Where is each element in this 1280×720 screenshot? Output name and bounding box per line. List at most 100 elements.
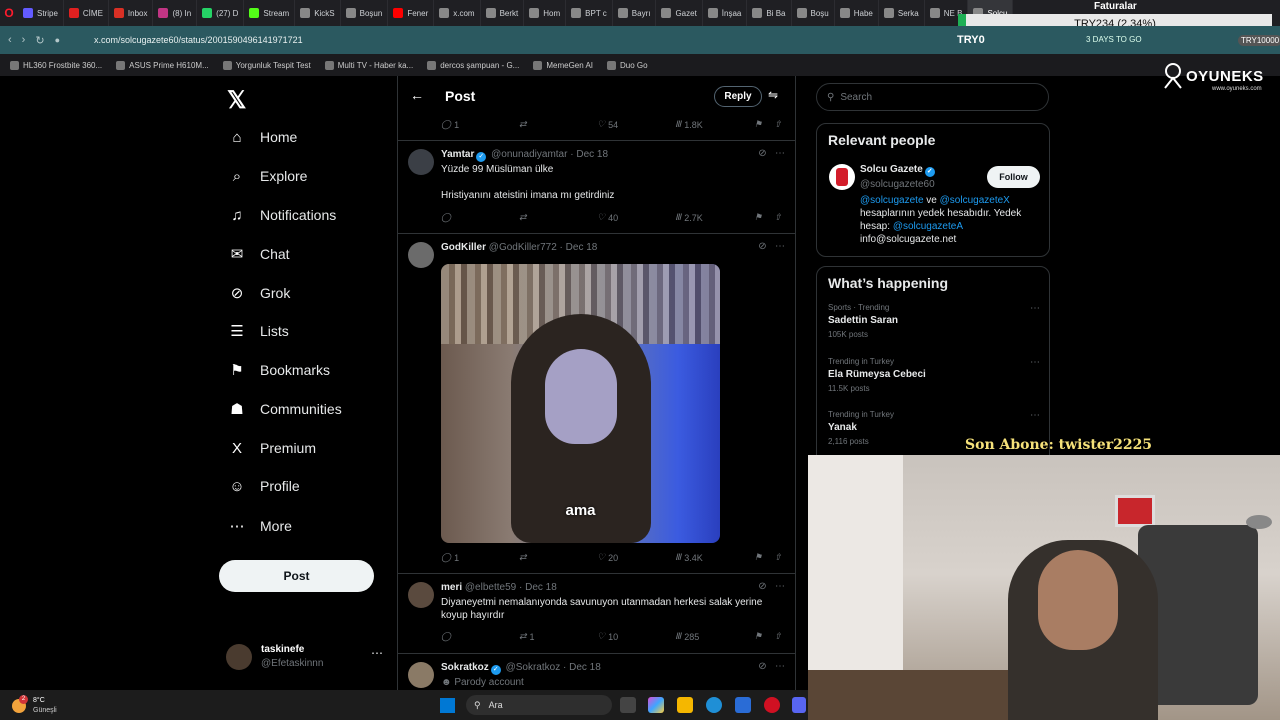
browser-tab[interactable]: Habe [835, 0, 879, 26]
browser-tab[interactable]: Fener [388, 0, 435, 26]
browser-tab[interactable]: KickS [295, 0, 341, 26]
settings-sliders-icon[interactable]: ⇋ [768, 88, 778, 102]
repost-action[interactable]: ⇄ [519, 212, 527, 223]
tweet-item[interactable]: Yamtar ✓ @onunadiyamtar · Dec 18 ⊘ ⋯ Yüzd… [398, 140, 795, 233]
bookmark-item[interactable]: MemeGen AI [533, 60, 593, 70]
task-view-icon[interactable] [620, 697, 636, 713]
nav-item-home[interactable]: ⌂ Home [228, 125, 297, 149]
bookmark-item[interactable]: Multi TV - Haber ka... [324, 60, 413, 70]
bookmark-item[interactable]: ASUS Prime H610M... [116, 60, 209, 70]
share-action[interactable]: ⇧ [774, 552, 782, 563]
nav-item-bookmarks[interactable]: ⚑ Bookmarks [228, 358, 330, 382]
person-name-row[interactable]: Solcu Gazete ✓ [860, 164, 937, 177]
browser-tab[interactable]: Hom [524, 0, 567, 26]
bio-link[interactable]: @solcugazete [860, 195, 924, 206]
like-action[interactable]: ♡ 54 [597, 119, 618, 130]
back-arrow-icon[interactable]: ← [410, 87, 424, 103]
browser-tab[interactable]: (27) D [197, 0, 245, 26]
windows-start-icon[interactable] [440, 698, 455, 713]
tweet-date[interactable]: Dec 18 [525, 582, 557, 593]
tweet-date[interactable]: Dec 18 [566, 242, 598, 253]
grok-icon[interactable]: ⊘ [758, 148, 766, 159]
avatar[interactable] [408, 149, 434, 175]
weather-widget[interactable]: 2 8°C Güneşli [12, 695, 72, 715]
site-info-icon[interactable]: ● [55, 35, 60, 45]
views-action[interactable]: Ⅲ 3.4K [675, 552, 703, 563]
opera-icon[interactable] [764, 697, 780, 713]
nav-item-notifications[interactable]: ♫ Notifications [228, 203, 336, 227]
more-dots-icon[interactable]: ⋯ [775, 661, 785, 672]
repost-action[interactable]: ⇄ [519, 552, 527, 563]
person-name[interactable]: Solcu Gazete [860, 164, 923, 175]
nav-item-explore[interactable]: ⌕ Explore [228, 164, 308, 188]
trend-item[interactable]: Sports · Trending Sadettin Saran 105K post… [828, 303, 1040, 343]
browser-tab[interactable]: Stripe [18, 0, 64, 26]
views-action[interactable]: Ⅲ 2.7K [675, 212, 703, 223]
tweet-author-name[interactable]: meri [441, 582, 462, 593]
tweet-author-handle[interactable]: @Sokratkoz [506, 662, 561, 673]
nav-item-communities[interactable]: ☗ Communities [228, 397, 341, 421]
grok-icon[interactable]: ⊘ [758, 661, 766, 672]
browser-tab[interactable]: Bayrı [613, 0, 657, 26]
nav-item-more[interactable]: ⋯ More [228, 514, 292, 538]
avatar[interactable] [408, 582, 434, 608]
browser-tab[interactable]: Inbox [109, 0, 154, 26]
tweet-author-name[interactable]: Yamtar [441, 149, 474, 160]
browser-tab[interactable]: Serka [879, 0, 925, 26]
reply-button[interactable]: Reply [714, 86, 762, 107]
tweet-author-handle[interactable]: @onunadiyamtar [491, 149, 567, 160]
bio-link[interactable]: @solcugazeteA [893, 221, 963, 232]
like-action[interactable]: ♡ 40 [597, 212, 618, 223]
bookmark-action[interactable]: ⚑ [754, 552, 762, 563]
share-action[interactable]: ⇧ [774, 119, 782, 130]
like-action[interactable]: ♡ 20 [597, 552, 618, 563]
more-dots-icon[interactable]: ⋯ [775, 581, 785, 592]
nav-item-premium[interactable]: X Premium [228, 436, 316, 460]
nav-item-chat[interactable]: ✉ Chat [228, 242, 290, 266]
more-dots-icon[interactable]: ⋯ [371, 646, 383, 660]
x-logo-icon[interactable]: 𝕏 [227, 86, 246, 115]
reload-icon[interactable]: ↻ [35, 34, 44, 47]
share-action[interactable]: ⇧ [774, 212, 782, 223]
nav-item-profile[interactable]: ☺ Profile [228, 474, 299, 498]
browser-tab[interactable]: (8) In [153, 0, 198, 26]
browser-tab[interactable]: BPT c [566, 0, 613, 26]
like-action[interactable]: ♡ 10 [597, 631, 618, 642]
tweet-date[interactable]: Dec 18 [576, 149, 608, 160]
grok-icon[interactable]: ⊘ [758, 241, 766, 252]
tweet-video[interactable]: ama [441, 264, 720, 543]
browser-tab[interactable]: Berkt [481, 0, 525, 26]
bookmark-item[interactable]: Duo Go [607, 60, 648, 70]
file-explorer-icon[interactable] [677, 697, 693, 713]
taskbar-search[interactable]: ⚲ Ara [466, 695, 612, 715]
tweet-date[interactable]: Dec 18 [569, 662, 601, 673]
more-dots-icon[interactable]: ⋯ [775, 148, 785, 159]
browser-tab[interactable]: Boşun [341, 0, 389, 26]
copilot-icon[interactable] [648, 697, 664, 713]
nav-item-lists[interactable]: ☰ Lists [228, 319, 289, 343]
bookmark-action[interactable]: ⚑ [754, 212, 762, 223]
tweet-item[interactable]: Sokratkoz ✓ @Sokratkoz · Dec 18 ⊘ ⋯ ☻ Par… [398, 653, 795, 690]
browser-tab[interactable]: Stream [244, 0, 296, 26]
browser-tab[interactable]: x.com [434, 0, 481, 26]
nav-item-grok[interactable]: ⊘ Grok [228, 281, 291, 305]
forward-icon[interactable]: › [22, 34, 26, 46]
browser-tab[interactable]: Boşu [792, 0, 835, 26]
views-action[interactable]: Ⅲ 285 [675, 631, 699, 642]
browser-tab[interactable]: Bi Ba [747, 0, 792, 26]
bookmark-item[interactable]: HL360 Frostbite 360... [10, 60, 102, 70]
bookmark-action[interactable]: ⚑ [754, 631, 762, 642]
person-handle[interactable]: @solcugazete60 [860, 179, 935, 190]
browser-tab[interactable]: CİME [64, 0, 109, 26]
store-icon[interactable] [735, 697, 751, 713]
share-action[interactable]: ⇧ [774, 631, 782, 642]
bio-link[interactable]: @solcugazeteX [940, 195, 1010, 206]
reply-action[interactable]: ◯ [441, 212, 451, 223]
more-dots-icon[interactable]: ⋯ [1030, 303, 1040, 314]
bookmark-item[interactable]: dercos şampuan - G... [427, 60, 519, 70]
search-input[interactable]: ⚲ Search [816, 83, 1049, 111]
more-dots-icon[interactable]: ⋯ [1030, 357, 1040, 368]
avatar[interactable] [408, 242, 434, 268]
reply-action[interactable]: ◯ 1 [441, 552, 459, 563]
tweet-author-handle[interactable]: @elbette59 [465, 582, 516, 593]
